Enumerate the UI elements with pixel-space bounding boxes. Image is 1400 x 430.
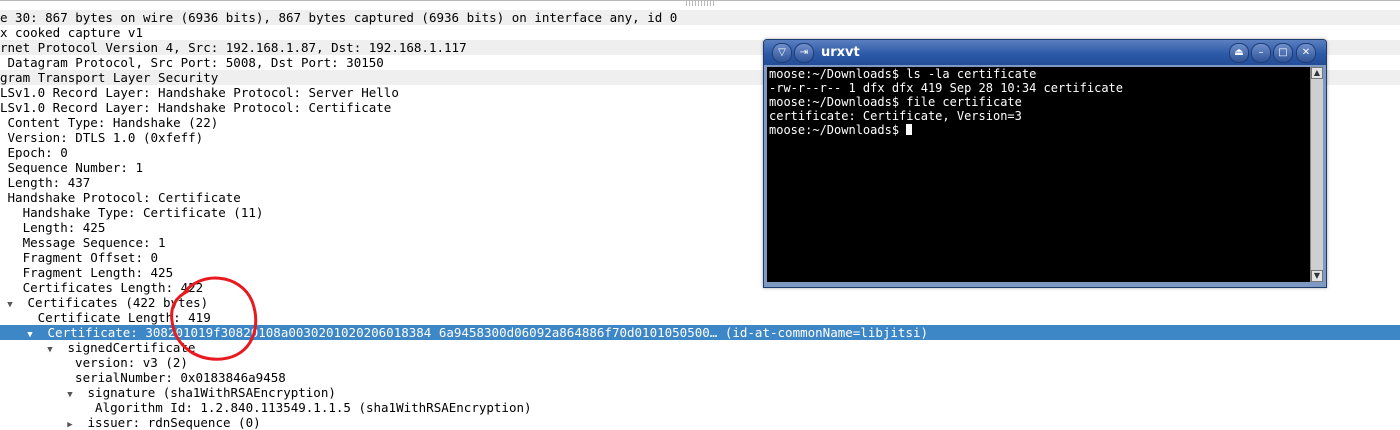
tree-row-label: Version: DTLS 1.0 (0xfeff): [0, 130, 204, 145]
collapse-icon[interactable]: ▼: [20, 328, 40, 340]
tree-row-label: serialNumber: 0x0183846a9458: [60, 370, 286, 385]
tree-row[interactable]: x cooked capture v1: [0, 25, 1400, 40]
close-icon[interactable]: ✕: [1296, 43, 1316, 63]
tree-row[interactable]: Algorithm Id: 1.2.840.113549.1.1.5 (sha1…: [0, 400, 1400, 415]
tree-row-label: Fragment Length: 425: [0, 265, 174, 280]
tree-row[interactable]: Certificate Length: 419: [0, 310, 1400, 325]
terminal-line: certificate: Certificate, Version=3: [769, 109, 1022, 123]
tree-row-label: Algorithm Id: 1.2.840.113549.1.1.5 (sha1…: [80, 400, 532, 415]
tree-row-label: Length: 425: [0, 220, 106, 235]
tree-row-label: Certificate Length: 419: [0, 310, 211, 325]
tree-row-label: Handshake Protocol: Certificate: [0, 190, 241, 205]
window-shade-icon[interactable]: ⇥: [794, 43, 814, 63]
tree-row-label: Fragment Offset: 0: [0, 250, 159, 265]
minimize-icon[interactable]: –: [1251, 43, 1271, 63]
tree-row-label: gram Transport Layer Security: [0, 70, 219, 85]
tree-row-label: Certificates (422 bytes): [20, 295, 209, 310]
tree-row-label: Handshake Type: Certificate (11): [0, 205, 264, 220]
window-titlebar[interactable]: ▽ ⇥ urxvt ⏏ – □ ✕: [764, 40, 1326, 65]
selected-tree-row[interactable]: ▼ Certificate: 308201019f30820108a003020…: [0, 325, 1400, 340]
tree-row[interactable]: ▼ Certificates (422 bytes): [0, 295, 1400, 310]
collapse-icon[interactable]: ▼: [0, 298, 20, 310]
terminal-line: moose:~/Downloads$ file certificate: [769, 95, 1022, 109]
window-menu-icon[interactable]: ▽: [772, 43, 792, 63]
tree-row-label: Length: 437: [0, 175, 91, 190]
expand-icon[interactable]: ▶: [60, 418, 80, 430]
tree-row-label: version: v3 (2): [60, 355, 188, 370]
terminal-line: -rw-r--r-- 1 dfx dfx 419 Sep 28 10:34 ce…: [769, 81, 1124, 95]
tree-row[interactable]: ▼ signedCertificate: [0, 340, 1400, 355]
terminal-scrollbar[interactable]: ▲ ▼: [1310, 67, 1323, 282]
collapse-icon[interactable]: ▼: [60, 388, 80, 400]
tree-row-label: Certificate: 308201019f30820108a00302010…: [40, 325, 929, 340]
text-cursor: [906, 124, 913, 135]
scroll-down-icon[interactable]: ▼: [1311, 270, 1323, 282]
tree-row-label: x cooked capture v1: [0, 25, 143, 40]
tree-row-label: Content Type: Handshake (22): [0, 115, 219, 130]
tree-row[interactable]: version: v3 (2): [0, 355, 1400, 370]
scroll-up-icon[interactable]: ▲: [1311, 67, 1323, 79]
pane-resize-grip[interactable]: [686, 1, 714, 6]
terminal-prompt: moose:~/Downloads$: [769, 123, 907, 137]
terminal-prompt-line[interactable]: moose:~/Downloads$: [767, 123, 1310, 137]
tree-row-label: Message Sequence: 1: [0, 235, 166, 250]
terminal-line: moose:~/Downloads$ ls -la certificate: [769, 67, 1037, 81]
maximize-icon[interactable]: □: [1273, 43, 1293, 63]
tree-row[interactable]: serialNumber: 0x0183846a9458: [0, 370, 1400, 385]
urxvt-window[interactable]: ▽ ⇥ urxvt ⏏ – □ ✕ moose:~/Downloads$ ls …: [763, 39, 1327, 288]
tree-row-label: Certificates Length: 422: [0, 280, 204, 295]
window-title: urxvt: [821, 45, 860, 60]
terminal-output[interactable]: moose:~/Downloads$ ls -la certificate -r…: [767, 67, 1310, 282]
tree-row-label: signature (sha1WithRSAEncryption): [80, 385, 336, 400]
tree-row[interactable]: ▼ signature (sha1WithRSAEncryption): [0, 385, 1400, 400]
tree-row-label: Datagram Protocol, Src Port: 5008, Dst P…: [0, 55, 384, 70]
collapse-icon[interactable]: ▼: [40, 343, 60, 355]
tree-row-label: e 30: 867 bytes on wire (6936 bits), 867…: [0, 10, 678, 25]
tree-row-label: issuer: rdnSequence (0): [80, 415, 261, 430]
tree-row-label: LSv1.0 Record Layer: Handshake Protocol:…: [0, 100, 392, 115]
tree-row[interactable]: ▶ issuer: rdnSequence (0): [0, 415, 1400, 430]
tree-row-label: Epoch: 0: [0, 145, 68, 160]
tree-row-label: signedCertificate: [60, 340, 196, 355]
tree-row-label: Sequence Number: 1: [0, 160, 143, 175]
tree-row[interactable]: e 30: 867 bytes on wire (6936 bits), 867…: [0, 10, 1400, 25]
eject-icon[interactable]: ⏏: [1229, 43, 1249, 63]
tree-row-label: LSv1.0 Record Layer: Handshake Protocol:…: [0, 85, 399, 100]
tree-row-label: rnet Protocol Version 4, Src: 192.168.1.…: [0, 40, 467, 55]
